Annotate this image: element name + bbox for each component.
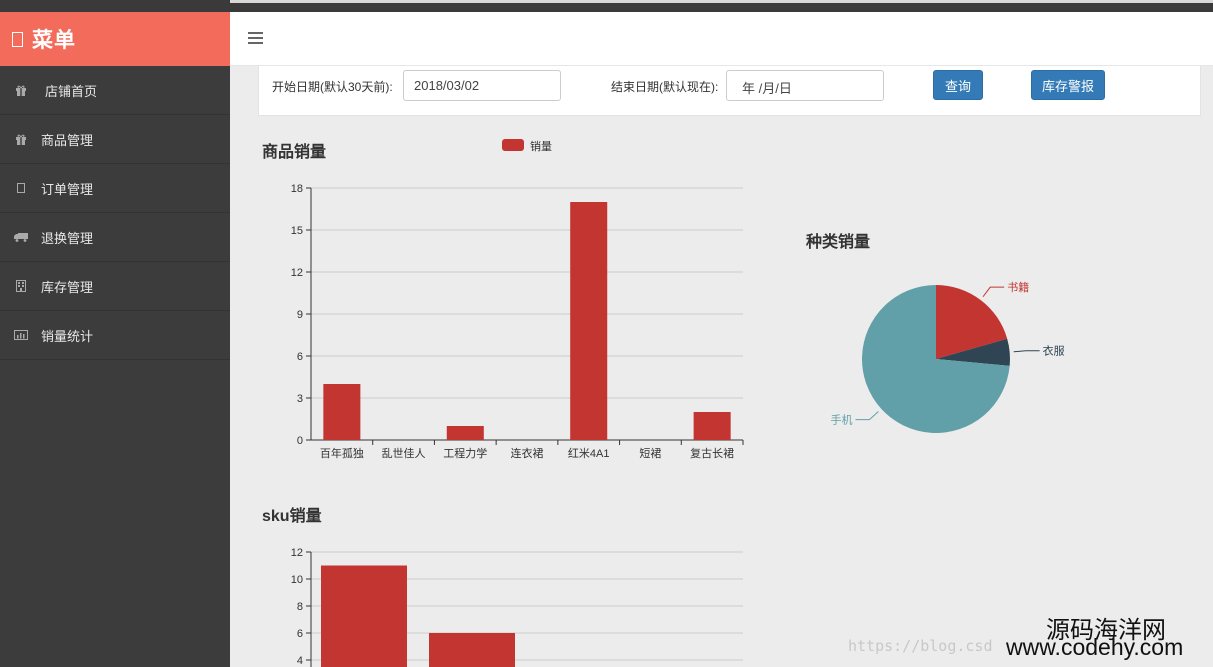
sidebar-item-label: 店铺首页 xyxy=(45,83,98,99)
y-tick-label: 0 xyxy=(297,435,303,447)
gift-icon xyxy=(12,132,30,146)
y-tick-label: 18 xyxy=(291,183,303,195)
truck-icon xyxy=(12,230,30,244)
hamburger-menu-icon[interactable] xyxy=(248,32,263,44)
end-date-label: 结束日期(默认现在): xyxy=(611,80,719,94)
legend-swatch[interactable] xyxy=(502,139,524,151)
y-tick-label: 4 xyxy=(297,655,303,667)
pie-label-line xyxy=(855,411,879,421)
sku-sales-title: sku销量 xyxy=(262,508,322,525)
x-tick-label: 百年孤独 xyxy=(320,446,364,460)
sidebar-item-order-manage[interactable]: 订单管理 xyxy=(0,164,230,213)
sidebar-item-label: 商品管理 xyxy=(41,132,94,148)
sidebar-item-sales-stats[interactable]: 销量统计 xyxy=(0,311,230,360)
bar-chart-icon xyxy=(12,328,30,342)
sidebar-item-label: 库存管理 xyxy=(41,279,94,295)
watermark-site-url: www.codehy.com xyxy=(1006,634,1184,660)
start-date-label: 开始日期(默认30天前): xyxy=(272,80,393,94)
y-tick-label: 8 xyxy=(297,601,303,613)
y-tick-label: 12 xyxy=(291,267,303,279)
sidebar-item-label: 订单管理 xyxy=(41,181,94,197)
menu-box-icon xyxy=(12,31,23,47)
pie-label: 衣服 xyxy=(1043,344,1065,358)
sidebar-item-product-manage[interactable]: 商品管理 xyxy=(0,115,230,164)
x-tick-label: 复古长裙 xyxy=(690,446,734,460)
x-tick-label: 连衣裙 xyxy=(511,446,544,460)
query-button[interactable]: 查询 xyxy=(933,70,983,100)
bar xyxy=(570,202,608,440)
bar xyxy=(693,412,731,440)
x-tick-label: 乱世佳人 xyxy=(382,446,426,460)
end-date-input[interactable]: 年 /月/日 xyxy=(726,70,884,101)
building-icon xyxy=(12,279,30,293)
sidebar: 菜单 店铺首页 商品管理 订单管理 退换管理 库存管理 销量统计 xyxy=(0,12,230,667)
sidebar-item-store-home[interactable]: 店铺首页 xyxy=(0,66,230,115)
y-tick-label: 6 xyxy=(297,351,303,363)
pie-label: 手机 xyxy=(830,413,852,427)
x-tick-label: 工程力学 xyxy=(443,446,487,460)
date-filter-panel: 开始日期(默认30天前): 2018/03/02 结束日期(默认现在): 年 /… xyxy=(258,66,1201,116)
main-content: 开始日期(默认30天前): 2018/03/02 结束日期(默认现在): 年 /… xyxy=(230,66,1213,667)
pie-label: 书籍 xyxy=(1007,280,1029,294)
top-strip-line xyxy=(230,0,1213,3)
pie-label-line xyxy=(982,286,1005,298)
y-tick-label: 15 xyxy=(291,225,303,237)
legend-label: 销量 xyxy=(530,141,552,153)
sidebar-brand[interactable]: 菜单 xyxy=(0,12,230,66)
top-strip xyxy=(0,0,1213,12)
product-sales-title: 商品销量 xyxy=(262,144,327,161)
top-header xyxy=(230,12,1213,66)
product-sales-bar-chart: 0 3 6 9 12 15 18 百年孤独 乱世佳人 工程力学 连衣裙 红米4A1 短裙 复古长裙 xyxy=(291,183,744,460)
bar xyxy=(323,384,361,440)
y-tick-label: 3 xyxy=(297,393,303,405)
x-tick-label: 短裙 xyxy=(639,446,661,460)
y-tick-label: 10 xyxy=(291,574,303,586)
bar xyxy=(321,565,407,667)
category-sales-pie-chart: 书籍衣服手机 xyxy=(830,280,1065,433)
watermark-url: https://blog.csd xyxy=(848,637,993,655)
bar xyxy=(446,426,484,440)
gift-icon xyxy=(12,83,30,97)
sku-sales-bar-chart: 4 6 8 10 12 xyxy=(291,547,743,667)
category-sales-title: 种类销量 xyxy=(806,234,871,251)
pie-label-line xyxy=(1013,350,1040,353)
sidebar-item-return-manage[interactable]: 退换管理 xyxy=(0,213,230,262)
file-icon xyxy=(12,181,30,195)
sidebar-item-label: 退换管理 xyxy=(41,230,94,246)
sidebar-item-stock-manage[interactable]: 库存管理 xyxy=(0,262,230,311)
y-tick-label: 6 xyxy=(297,628,303,640)
sidebar-item-label: 销量统计 xyxy=(41,328,94,344)
sidebar-title: 菜单 xyxy=(32,29,76,52)
bar xyxy=(429,633,515,667)
y-tick-label: 9 xyxy=(297,309,303,321)
y-tick-label: 12 xyxy=(291,547,303,559)
x-tick-label: 红米4A1 xyxy=(568,447,610,460)
stock-alert-button[interactable]: 库存警报 xyxy=(1031,70,1105,100)
start-date-input[interactable]: 2018/03/02 xyxy=(403,70,561,101)
